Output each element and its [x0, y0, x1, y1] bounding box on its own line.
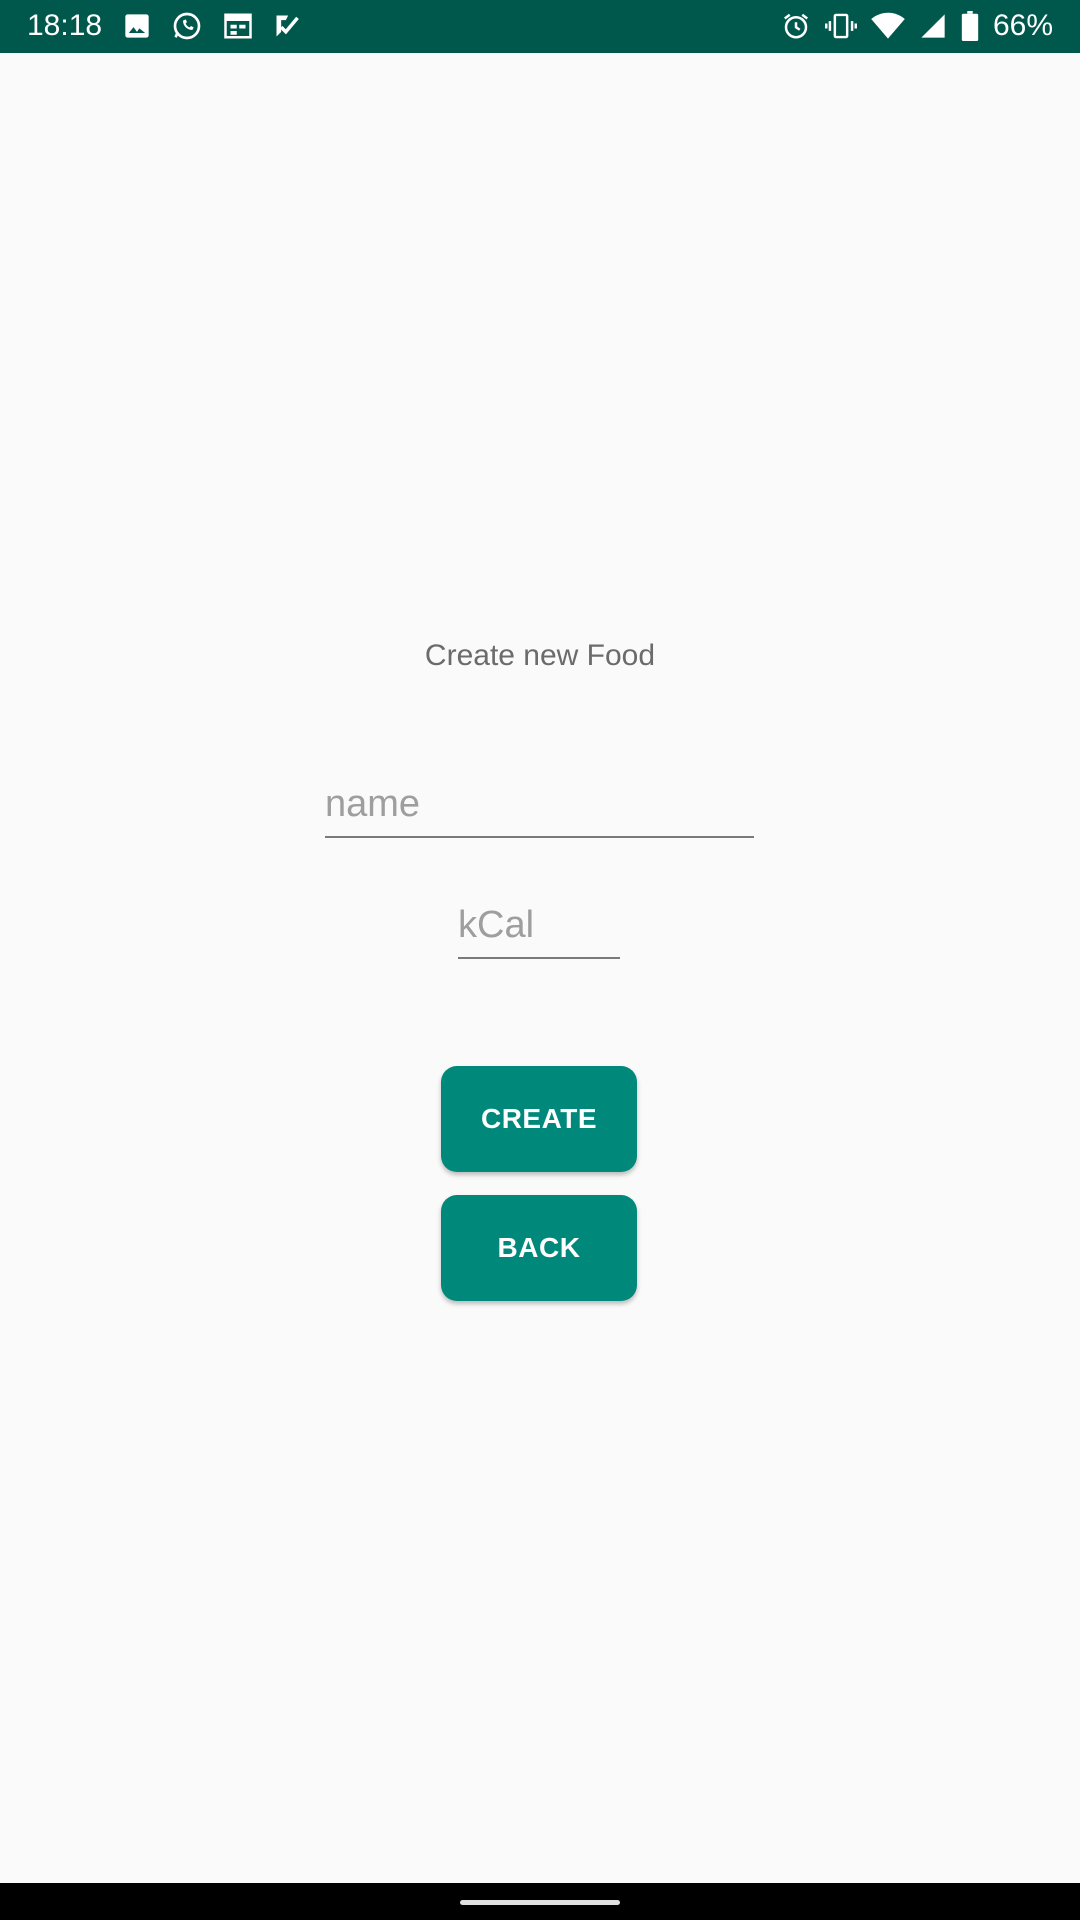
signal-icon — [919, 12, 947, 40]
calendar-icon — [223, 12, 253, 40]
back-button[interactable]: BACK — [441, 1195, 637, 1301]
battery-percent: 66% — [992, 9, 1053, 42]
navigation-bar — [0, 1883, 1080, 1920]
alarm-icon — [781, 11, 811, 41]
create-food-screen: 18:18 66% Create new Food name kCal CREA… — [0, 0, 1080, 1920]
vibrate-icon — [824, 11, 857, 41]
whatsapp-icon — [171, 10, 203, 42]
status-time: 18:18 — [27, 9, 103, 42]
page-title: Create new Food — [424, 639, 656, 672]
system-status: 66% — [781, 8, 1053, 44]
name-field[interactable] — [325, 776, 754, 838]
check-icon — [273, 12, 301, 40]
battery-icon — [961, 11, 979, 41]
image-icon — [123, 12, 151, 40]
kcal-field[interactable] — [458, 897, 620, 959]
create-button[interactable]: CREATE — [441, 1066, 637, 1172]
status-bar: 18:18 66% — [0, 0, 1080, 53]
notification-icons — [123, 11, 301, 41]
home-gesture-handle[interactable] — [460, 1900, 620, 1905]
wifi-icon — [871, 12, 905, 40]
